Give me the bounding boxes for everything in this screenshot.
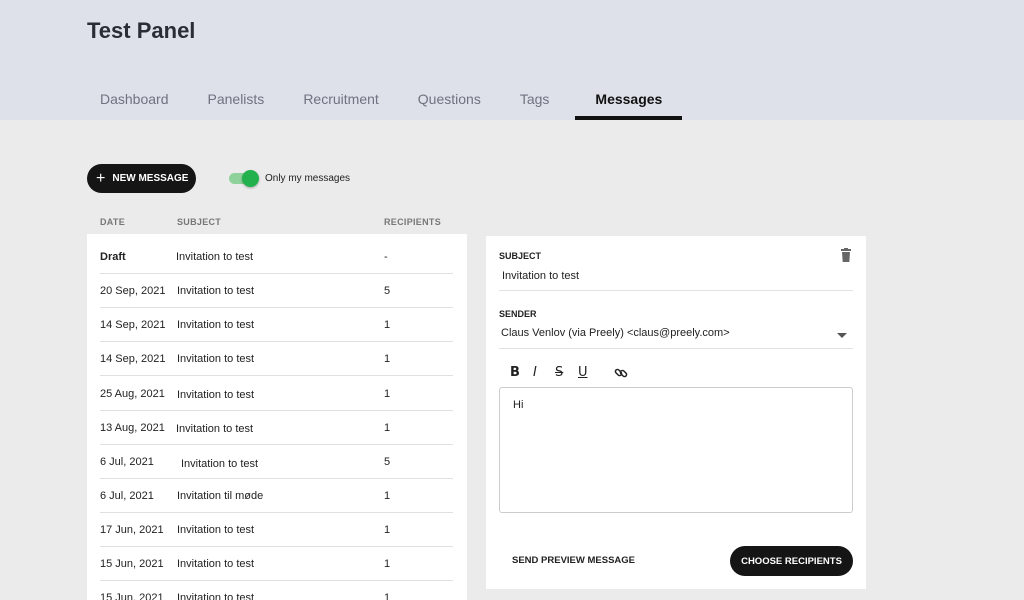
page-title: Test Panel: [87, 18, 196, 43]
row-subject: Invitation to test: [176, 251, 254, 263]
new-message-label: NEW MESSAGE: [112, 173, 189, 184]
table-row[interactable]: 17 Jun, 2021 Invitation to test 1: [100, 513, 453, 547]
sender-select[interactable]: Claus Venlov (via Preely) <claus@preely.…: [499, 327, 853, 349]
chevron-down-icon: [837, 333, 847, 338]
message-list: Draft Invitation to test - 20 Sep, 2021 …: [87, 234, 467, 600]
row-subject: Invitation to test: [177, 389, 255, 401]
row-subject: Invitation to test: [181, 458, 259, 470]
table-row[interactable]: 14 Sep, 2021 Invitation to test 1: [100, 342, 453, 376]
row-subject: Invitation to test: [177, 353, 255, 365]
row-recipients: 5: [384, 456, 391, 468]
column-header-date: DATE: [100, 217, 126, 227]
table-row[interactable]: 13 Aug, 2021 Invitation to test 1: [100, 411, 453, 445]
row-subject: Invitation til møde: [177, 490, 264, 502]
link-icon[interactable]: [614, 366, 628, 380]
row-subject: Invitation to test: [177, 558, 255, 570]
send-preview-button[interactable]: SEND PREVIEW MESSAGE: [512, 555, 635, 566]
tab-tags[interactable]: Tags: [507, 82, 563, 120]
tab-recruitment[interactable]: Recruitment: [290, 82, 391, 120]
toggle-knob: [242, 170, 259, 187]
row-subject: Invitation to test: [177, 319, 255, 331]
row-recipients: 1: [384, 490, 391, 502]
row-date: Draft: [100, 251, 126, 263]
row-date: 14 Sep, 2021: [100, 319, 166, 331]
table-row[interactable]: 6 Jul, 2021 Invitation til møde 1: [100, 479, 453, 513]
trash-icon[interactable]: [841, 248, 851, 262]
row-date: 14 Sep, 2021: [100, 353, 166, 365]
table-row[interactable]: 25 Aug, 2021 Invitation to test 1: [100, 377, 453, 411]
table-row[interactable]: Draft Invitation to test -: [100, 240, 453, 274]
tab-panelists[interactable]: Panelists: [195, 82, 278, 120]
page-header: Test Panel Dashboard Panelists Recruitme…: [0, 0, 1024, 120]
row-date: 15 Jun, 2021: [100, 592, 164, 600]
row-date: 15 Jun, 2021: [100, 558, 164, 570]
new-message-button[interactable]: + NEW MESSAGE: [87, 164, 196, 193]
subject-field[interactable]: Invitation to test: [499, 269, 853, 291]
tab-bar: Dashboard Panelists Recruitment Question…: [87, 82, 695, 120]
row-subject: Invitation to test: [177, 524, 255, 536]
row-date: 13 Aug, 2021: [100, 422, 165, 434]
column-header-subject: SUBJECT: [177, 217, 222, 227]
toggle-label: Only my messages: [265, 173, 351, 184]
sender-label: SENDER: [499, 309, 537, 319]
row-subject: Invitation to test: [177, 285, 255, 297]
message-detail-panel: SUBJECT Invitation to test SENDER Claus …: [486, 236, 866, 589]
table-row[interactable]: 14 Sep, 2021 Invitation to test 1: [100, 308, 453, 342]
row-date: 6 Jul, 2021: [100, 456, 154, 468]
row-recipients: 1: [384, 319, 391, 331]
table-row[interactable]: 15 Jun, 2021 Invitation to test 1: [100, 547, 453, 581]
row-date: 6 Jul, 2021: [100, 490, 154, 502]
tab-questions[interactable]: Questions: [405, 82, 494, 120]
only-my-messages-toggle[interactable]: [229, 169, 259, 187]
sender-value: Claus Venlov (via Preely) <claus@preely.…: [501, 327, 730, 339]
message-body-text: Hi: [513, 399, 524, 411]
row-recipients: 1: [384, 592, 391, 600]
row-recipients: 1: [384, 353, 391, 365]
tab-dashboard[interactable]: Dashboard: [87, 82, 182, 120]
bold-button[interactable]: B: [510, 365, 520, 380]
tab-messages[interactable]: Messages: [575, 82, 683, 120]
italic-button[interactable]: I: [533, 365, 537, 380]
row-recipients: 1: [384, 388, 391, 400]
column-header-recipients: RECIPIENTS: [384, 217, 442, 227]
row-recipients: 1: [384, 558, 391, 570]
row-recipients: 1: [384, 422, 391, 434]
row-subject: Invitation to test: [177, 592, 255, 600]
subject-label: SUBJECT: [499, 251, 542, 261]
row-date: 20 Sep, 2021: [100, 285, 166, 297]
table-row[interactable]: 15 Jun, 2021 Invitation to test 1: [100, 581, 453, 600]
subject-value: Invitation to test: [502, 270, 580, 282]
choose-recipients-button[interactable]: CHOOSE RECIPIENTS: [730, 546, 853, 576]
underline-button[interactable]: U: [578, 365, 588, 380]
row-date: 17 Jun, 2021: [100, 524, 164, 536]
row-date: 25 Aug, 2021: [100, 388, 165, 400]
message-body-editor[interactable]: Hi: [499, 387, 853, 513]
plus-icon: +: [96, 169, 106, 187]
row-recipients: 1: [384, 524, 391, 536]
table-row[interactable]: 6 Jul, 2021 Invitation to test 5: [100, 445, 453, 479]
table-row[interactable]: 20 Sep, 2021 Invitation to test 5: [100, 274, 453, 308]
strikethrough-button[interactable]: S: [555, 365, 563, 380]
row-subject: Invitation to test: [176, 423, 254, 435]
row-recipients: -: [384, 251, 388, 263]
row-recipients: 5: [384, 285, 391, 297]
